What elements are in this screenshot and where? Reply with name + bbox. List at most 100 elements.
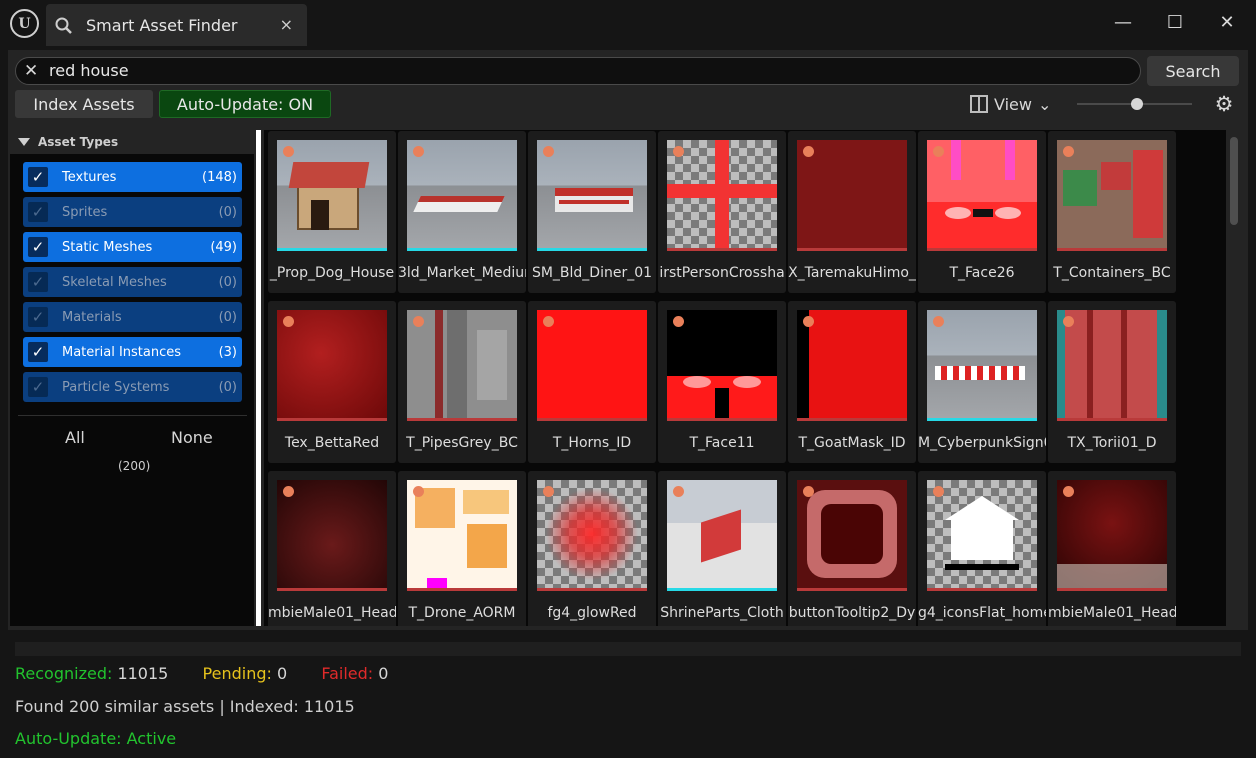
checkbox[interactable]: ✓ [28, 202, 48, 222]
asset-thumbnail [1057, 140, 1167, 248]
asset-tile[interactable]: TX_Torii01_D [1048, 301, 1176, 463]
asset-tile[interactable]: mbieMale01_Head [1048, 471, 1176, 626]
asset-type-particle-systems[interactable]: ✓ Particle Systems (0) [23, 372, 242, 402]
asset-type-bar [1057, 418, 1167, 421]
panel-splitter[interactable] [256, 130, 261, 626]
asset-thumbnail [407, 480, 517, 588]
index-assets-button[interactable]: Index Assets [15, 90, 153, 118]
asset-name: X_TaremakuHimo_ [788, 265, 916, 281]
status-dot-icon [673, 316, 684, 327]
status-dot-icon [283, 146, 294, 157]
asset-type-label: Static Meshes [62, 239, 153, 255]
search-input[interactable] [49, 61, 1049, 80]
status-dot-icon [543, 486, 554, 497]
status-dot-icon [283, 316, 294, 327]
checkbox[interactable]: ✓ [28, 237, 48, 257]
slider-handle[interactable] [1130, 98, 1143, 110]
search-button[interactable]: Search [1147, 56, 1239, 86]
asset-thumbnail [797, 310, 907, 418]
asset-thumbnail [407, 140, 517, 248]
asset-tile[interactable]: g4_iconsFlat_home [918, 471, 1046, 626]
asset-tile[interactable]: ShrineParts_Cloth [658, 471, 786, 626]
index-stats: Recognized: 11015 Pending: 0 Failed: 0 [15, 664, 388, 683]
tab-close-icon[interactable]: × [280, 15, 293, 34]
maximize-button[interactable]: ☐ [1160, 8, 1190, 36]
asset-tile[interactable]: T_Face11 [658, 301, 786, 463]
recognized-label: Recognized: [15, 664, 113, 683]
asset-type-bar [667, 588, 777, 591]
view-label: View [994, 94, 1032, 114]
asset-name: ShrineParts_Cloth [660, 605, 784, 621]
asset-type-count: (49) [210, 239, 237, 255]
asset-type-bar [277, 248, 387, 251]
asset-tile[interactable]: 3ld_Market_Mediur [398, 131, 526, 293]
asset-tile[interactable]: irstPersonCrossha [658, 131, 786, 293]
asset-tile[interactable]: mbieMale01_Head [268, 471, 396, 626]
asset-thumbnail [407, 310, 517, 418]
asset-thumbnail [537, 140, 647, 248]
asset-tile[interactable]: T_Face26 [918, 131, 1046, 293]
view-dropdown[interactable]: View ⌄ [970, 93, 1051, 115]
auto-update-toggle[interactable]: Auto-Update: ON [159, 90, 331, 118]
checkbox[interactable]: ✓ [28, 167, 48, 187]
asset-tile[interactable]: T_Containers_BC [1048, 131, 1176, 293]
title-bar: U Smart Asset Finder × — ☐ ✕ [0, 0, 1256, 50]
thumbnail-size-slider[interactable] [1077, 98, 1192, 110]
asset-type-bar [407, 418, 517, 421]
checkbox[interactable]: ✓ [28, 272, 48, 292]
failed-label: Failed: [321, 664, 374, 683]
asset-tile[interactable]: T_Horns_ID [528, 301, 656, 463]
gear-icon[interactable]: ⚙ [1213, 93, 1235, 115]
checkbox[interactable]: ✓ [28, 307, 48, 327]
asset-tile[interactable]: SM_Bld_Diner_01 [528, 131, 656, 293]
minimize-button[interactable]: — [1108, 8, 1138, 36]
asset-types-header[interactable]: Asset Types [10, 130, 254, 154]
status-dot-icon [803, 316, 814, 327]
asset-tile[interactable]: _Prop_Dog_House [268, 131, 396, 293]
asset-tile[interactable]: T_GoatMask_ID [788, 301, 916, 463]
tab-smart-asset-finder[interactable]: Smart Asset Finder × [46, 4, 307, 46]
asset-tile[interactable]: M_CyberpunkSign0 [918, 301, 1046, 463]
clear-search-icon[interactable]: ✕ [24, 61, 38, 81]
asset-type-textures[interactable]: ✓ Textures (148) [23, 162, 242, 192]
status-dot-icon [803, 486, 814, 497]
magnifier-icon [55, 17, 72, 34]
asset-grid: _Prop_Dog_House 3ld_Market_Mediur SM_Bld_D… [264, 130, 1226, 626]
search-bar: ✕ [15, 57, 1141, 85]
asset-tile[interactable]: fg4_glowRed [528, 471, 656, 626]
grid-scrollbar[interactable] [1230, 137, 1238, 225]
checkbox[interactable]: ✓ [28, 342, 48, 362]
asset-name: TX_Torii01_D [1067, 435, 1157, 451]
status-dot-icon [413, 486, 424, 497]
asset-type-bar [667, 418, 777, 421]
select-all-button[interactable]: All [65, 428, 85, 447]
close-window-button[interactable]: ✕ [1212, 8, 1242, 36]
asset-tile[interactable]: T_Drone_AORM [398, 471, 526, 626]
unreal-logo-icon[interactable]: U [10, 9, 39, 38]
asset-tile[interactable]: T_PipesGrey_BC [398, 301, 526, 463]
asset-name: mbieMale01_Head [268, 605, 396, 621]
asset-type-bar [927, 418, 1037, 421]
collapse-triangle-icon [18, 138, 30, 146]
asset-type-static-meshes[interactable]: ✓ Static Meshes (49) [23, 232, 242, 262]
asset-tile[interactable]: buttonTooltip2_Dy [788, 471, 916, 626]
asset-type-sprites[interactable]: ✓ Sprites (0) [23, 197, 242, 227]
asset-thumbnail [277, 480, 387, 588]
asset-type-materials[interactable]: ✓ Materials (0) [23, 302, 242, 332]
asset-type-count: (0) [218, 379, 237, 395]
asset-type-label: Particle Systems [62, 379, 170, 395]
asset-name: irstPersonCrossha [659, 265, 785, 281]
select-none-button[interactable]: None [171, 428, 213, 447]
asset-type-skeletal-meshes[interactable]: ✓ Skeletal Meshes (0) [23, 267, 242, 297]
checkbox[interactable]: ✓ [28, 377, 48, 397]
asset-type-filter-panel: Asset Types ✓ Textures (148) ✓ Sprites (0) ✓ St… [10, 130, 254, 626]
asset-tile[interactable]: Tex_BettaRed [268, 301, 396, 463]
status-dot-icon [933, 486, 944, 497]
asset-type-material-instances[interactable]: ✓ Material Instances (3) [23, 337, 242, 367]
asset-tile[interactable]: X_TaremakuHimo_ [788, 131, 916, 293]
status-dot-icon [1063, 486, 1074, 497]
asset-type-bar [277, 588, 387, 591]
view-layout-icon [970, 95, 988, 113]
asset-thumbnail [797, 480, 907, 588]
asset-thumbnail [667, 310, 777, 418]
